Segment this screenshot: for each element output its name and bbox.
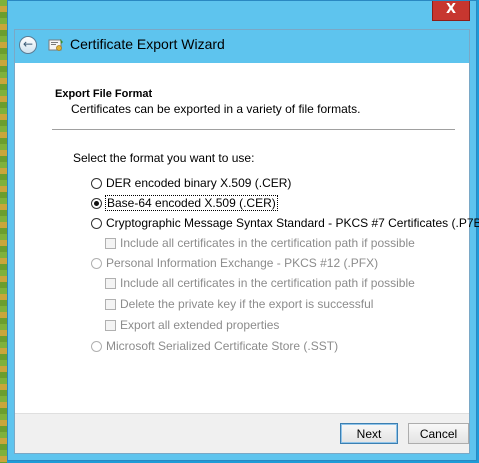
option-der[interactable]: DER encoded binary X.509 (.CER) bbox=[91, 176, 291, 190]
next-button[interactable]: Next bbox=[340, 423, 398, 444]
pkcs7-include-all-label: Include all certificates in the certific… bbox=[120, 236, 415, 250]
der-radio[interactable] bbox=[91, 177, 102, 189]
pfx-delete-key-checkbox bbox=[105, 298, 116, 310]
base64-label: Base-64 encoded X.509 (.CER) bbox=[105, 195, 278, 211]
wizard-window: X ← Certificate Export Wizard Export Fil… bbox=[7, 0, 479, 461]
base64-radio[interactable] bbox=[91, 197, 102, 209]
option-pfx-include-all: Include all certificates in the certific… bbox=[105, 276, 415, 290]
option-base64[interactable]: Base-64 encoded X.509 (.CER) bbox=[91, 195, 278, 211]
option-pkcs7-include-all: Include all certificates in the certific… bbox=[105, 236, 415, 250]
back-arrow-icon[interactable]: ← bbox=[19, 36, 37, 54]
close-button[interactable]: X bbox=[432, 1, 470, 21]
header-separator bbox=[52, 129, 455, 130]
wizard-client-area: ← Certificate Export Wizard Export File … bbox=[14, 29, 479, 454]
option-pfx: Personal Information Exchange - PKCS #12… bbox=[91, 256, 378, 270]
der-label: DER encoded binary X.509 (.CER) bbox=[106, 176, 292, 190]
certificate-wizard-icon bbox=[48, 39, 63, 51]
option-pkcs7[interactable]: Cryptographic Message Syntax Standard - … bbox=[91, 216, 479, 230]
option-pfx-delete-key: Delete the private key if the export is … bbox=[105, 297, 373, 311]
page-description: Certificates can be exported in a variet… bbox=[71, 102, 361, 116]
option-pfx-export-props: Export all extended properties bbox=[105, 318, 279, 332]
pfx-include-all-checkbox bbox=[105, 277, 116, 289]
pfx-export-props-checkbox bbox=[105, 319, 116, 331]
pfx-include-all-label: Include all certificates in the certific… bbox=[120, 276, 415, 290]
pfx-radio bbox=[91, 257, 102, 269]
window-title: Certificate Export Wizard bbox=[70, 36, 225, 52]
pkcs7-include-all-checkbox bbox=[105, 237, 116, 249]
pfx-delete-key-label: Delete the private key if the export is … bbox=[120, 297, 374, 311]
pfx-export-props-label: Export all extended properties bbox=[120, 318, 280, 332]
format-prompt: Select the format you want to use: bbox=[73, 151, 255, 165]
wizard-header: ← Certificate Export Wizard bbox=[15, 30, 469, 63]
wizard-footer: Next Cancel bbox=[15, 413, 469, 453]
sst-label: Microsoft Serialized Certificate Store (… bbox=[106, 339, 339, 353]
pkcs7-label: Cryptographic Message Syntax Standard - … bbox=[106, 216, 479, 230]
cancel-button[interactable]: Cancel bbox=[408, 423, 469, 444]
option-sst: Microsoft Serialized Certificate Store (… bbox=[91, 339, 338, 353]
pfx-label: Personal Information Exchange - PKCS #12… bbox=[106, 256, 379, 270]
background-desktop-strip bbox=[0, 0, 7, 463]
sst-radio bbox=[91, 340, 102, 352]
pkcs7-radio[interactable] bbox=[91, 217, 102, 229]
page-title: Export File Format bbox=[55, 88, 153, 100]
